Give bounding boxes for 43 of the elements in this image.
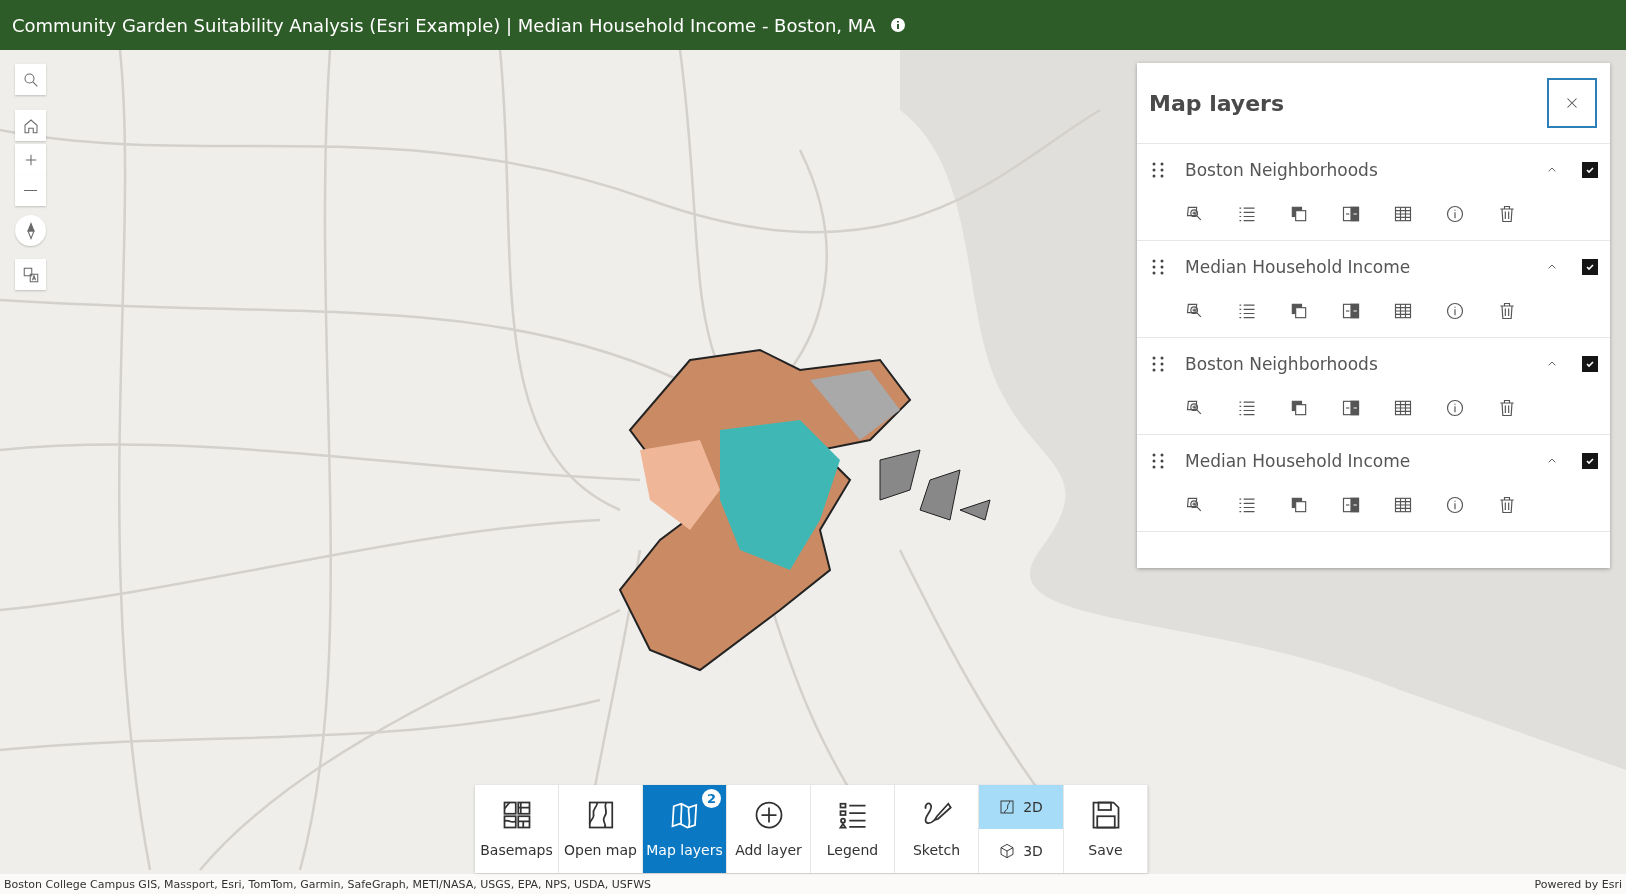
visibility-checkbox[interactable] <box>1582 453 1598 469</box>
attribution-text: Boston College Campus GIS, Massport, Esri, TomTom, Garmin, SafeGraph, METI/NASA, USGS, EPA, NPS, USDA, USFWS <box>4 877 651 891</box>
view-mode-button[interactable]: 2D <box>979 785 1063 829</box>
plus-circle-icon <box>753 800 784 830</box>
translate-icon <box>21 265 40 284</box>
translate-button[interactable] <box>15 259 46 290</box>
folded-map-icon <box>669 800 700 830</box>
drag-handle-icon[interactable] <box>1151 452 1165 470</box>
visibility-checkbox[interactable] <box>1582 259 1598 275</box>
search-icon <box>21 70 40 89</box>
toolbar-button[interactable]: Add layer <box>727 785 811 873</box>
layer-name[interactable]: Boston Neighborhoods <box>1185 354 1544 374</box>
visibility-checkbox[interactable] <box>1582 356 1598 372</box>
toolbar-button[interactable]: Map layers 2 <box>643 785 727 873</box>
toolbar-button[interactable]: Basemaps <box>475 785 559 873</box>
cube-icon <box>999 843 1016 859</box>
drag-handle-icon[interactable] <box>1151 258 1165 276</box>
home-button[interactable] <box>15 110 46 141</box>
drag-handle-icon[interactable] <box>1151 161 1165 179</box>
app-title: Community Garden Suitability Analysis (Esri Example) | Median Household Income - Boston, MA <box>12 14 876 36</box>
info-icon[interactable] <box>889 17 906 33</box>
layer-name[interactable]: Median Household Income <box>1185 451 1544 471</box>
toolbar-button[interactable]: Sketch <box>895 785 979 873</box>
checkmark-icon <box>1585 165 1595 175</box>
drag-handle-icon[interactable] <box>1151 355 1165 373</box>
close-button[interactable] <box>1547 78 1597 128</box>
toolbar-button[interactable]: Legend <box>811 785 895 873</box>
powered-by-link[interactable]: Powered by Esri <box>1534 877 1622 891</box>
visibility-checkbox[interactable] <box>1582 162 1598 178</box>
checkmark-icon <box>1585 456 1595 466</box>
panel-title: Map layers <box>1149 90 1285 116</box>
toolbar-button[interactable]: Open map <box>559 785 643 873</box>
layer-name[interactable]: Median Household Income <box>1185 257 1544 277</box>
basemap-grid-icon <box>501 800 532 830</box>
list-icon <box>837 800 868 830</box>
checkmark-icon <box>1585 359 1595 369</box>
map-square-icon <box>999 799 1016 815</box>
count-badge: 2 <box>702 789 721 808</box>
checkmark-icon <box>1585 262 1595 272</box>
layer-name[interactable]: Boston Neighborhoods <box>1185 160 1544 180</box>
zoom-out-icon <box>24 189 37 192</box>
search-button[interactable] <box>15 64 46 95</box>
toolbar-button[interactable]: Save <box>1064 785 1148 873</box>
